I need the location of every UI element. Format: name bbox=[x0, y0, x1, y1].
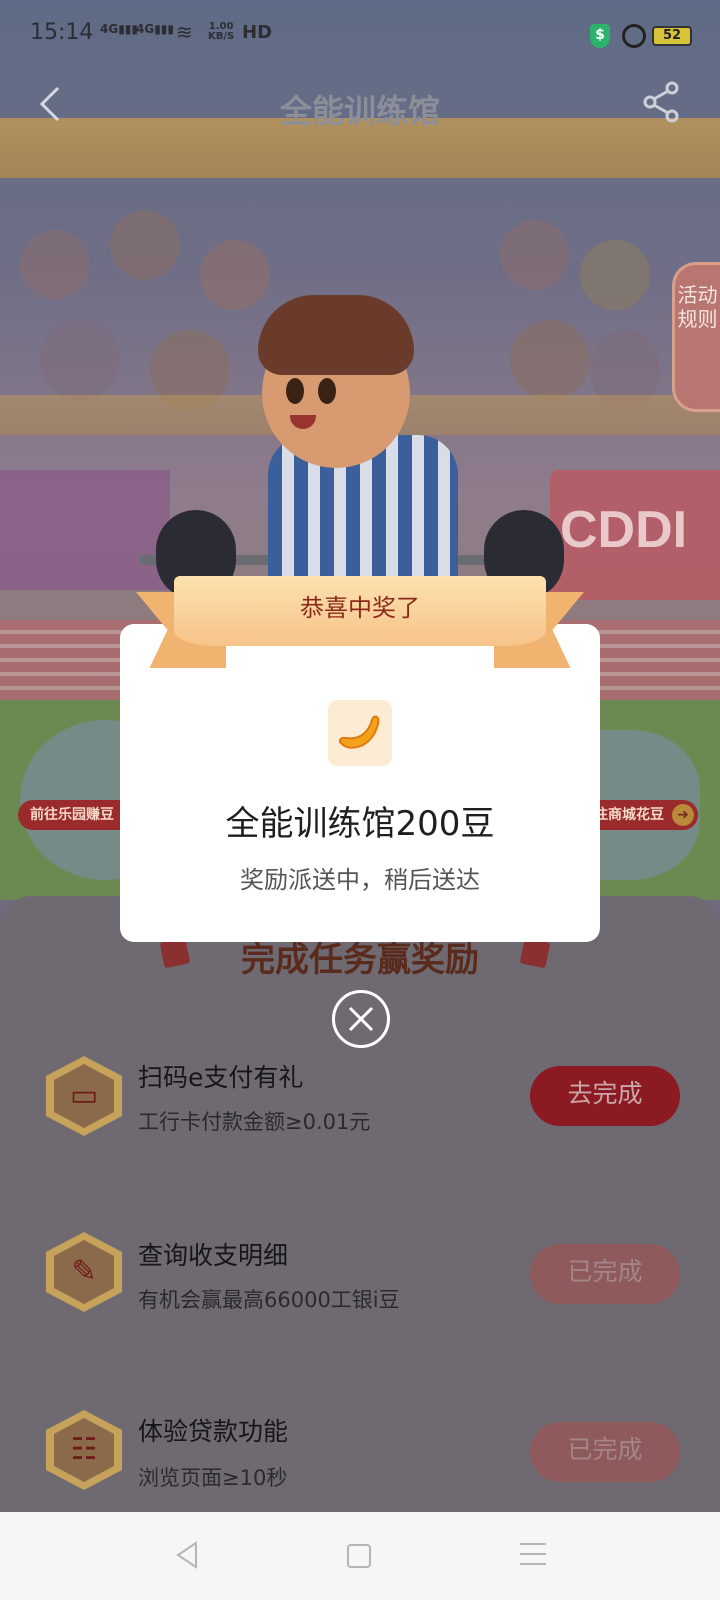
modal-close-button[interactable] bbox=[332, 990, 390, 1048]
network-speed: 1.00 KB/S bbox=[208, 22, 234, 42]
hd-indicator: HD bbox=[242, 22, 273, 43]
activity-rules-tab[interactable]: 活动规则 bbox=[672, 262, 720, 412]
task-name: 查询收支明细 bbox=[138, 1241, 289, 1270]
task-go-button[interactable]: 去完成 bbox=[530, 1066, 680, 1126]
battery-level: 52 bbox=[662, 28, 682, 43]
signal-icon: 4G▮▮▮ bbox=[136, 22, 175, 36]
task-desc: 浏览页面≥10秒 bbox=[138, 1466, 288, 1490]
task-desc: 工行卡付款金额≥0.01元 bbox=[138, 1110, 371, 1134]
congrats-ribbon: 恭喜中奖了 bbox=[174, 576, 546, 646]
character-eye bbox=[318, 378, 336, 404]
banner-right-text: CDDI bbox=[560, 501, 688, 559]
task-name: 扫码e支付有礼 bbox=[138, 1063, 304, 1092]
prize-name: 全能训练馆200豆 bbox=[225, 804, 495, 844]
nav-back-icon[interactable] bbox=[172, 1540, 202, 1570]
task-name: 体验贷款功能 bbox=[138, 1417, 289, 1446]
banner-left bbox=[0, 470, 170, 590]
status-bar: 15:14 4G▮▮▮ 4G▮▮▮ ≋ 1.00 KB/S HD $ 52 bbox=[0, 0, 720, 70]
share-icon bbox=[643, 81, 679, 123]
share-button[interactable] bbox=[640, 80, 684, 124]
character-hair bbox=[258, 295, 414, 375]
bean-icon bbox=[338, 715, 380, 749]
crowd-figure bbox=[500, 220, 570, 290]
prize-status: 奖励派送中，稍后送达 bbox=[240, 866, 480, 894]
crowd-figure bbox=[580, 240, 650, 310]
bean-icon bbox=[328, 700, 392, 766]
nav-menu-icon[interactable] bbox=[520, 1543, 546, 1567]
task-done-button[interactable]: 已完成 bbox=[530, 1422, 680, 1482]
close-icon bbox=[348, 1006, 374, 1032]
status-time: 15:14 bbox=[30, 20, 94, 45]
crowd-figure bbox=[20, 230, 90, 300]
wifi-icon: ≋ bbox=[176, 20, 193, 44]
battery-icon: 52 bbox=[652, 26, 692, 46]
page-title: 全能训练馆 bbox=[279, 92, 440, 130]
shield-dollar-icon: $ bbox=[590, 24, 610, 48]
network-type: 4G bbox=[100, 22, 119, 36]
task-desc: 有机会赢最高66000工银i豆 bbox=[138, 1288, 400, 1312]
crowd-figure bbox=[200, 240, 270, 310]
signal-icon: 4G▮▮▮ bbox=[100, 22, 139, 36]
character-eye bbox=[286, 378, 304, 404]
crowd-figure bbox=[110, 210, 180, 280]
network-type: 4G bbox=[136, 22, 155, 36]
crowd-figure bbox=[40, 320, 120, 400]
task-done-button[interactable]: 已完成 bbox=[530, 1244, 680, 1304]
system-nav-bar bbox=[0, 1512, 720, 1600]
alarm-icon bbox=[622, 24, 646, 48]
nav-home-icon[interactable] bbox=[347, 1544, 371, 1568]
speed-unit: KB/S bbox=[208, 31, 235, 42]
arrow-right-icon: ➜ bbox=[672, 804, 694, 826]
crowd-figure bbox=[510, 320, 590, 400]
